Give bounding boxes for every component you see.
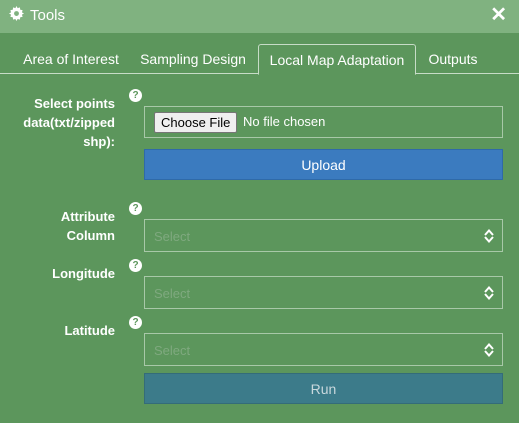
tab-local-map-adaptation[interactable]: Local Map Adaptation (258, 44, 416, 75)
tab-outputs[interactable]: Outputs (421, 44, 485, 73)
longitude-label: Longitude (52, 266, 115, 281)
sort-caret-icon (484, 286, 494, 300)
points-help-icon[interactable]: ? (129, 89, 142, 102)
latitude-placeholder: Select (154, 343, 191, 358)
longitude-placeholder: Select (154, 286, 191, 301)
longitude-help-icon[interactable]: ? (129, 259, 142, 272)
sort-caret-icon (484, 343, 494, 357)
latitude-select[interactable]: Select (144, 333, 503, 366)
attribute-select[interactable]: Select (144, 219, 503, 252)
run-button[interactable]: Run (144, 373, 503, 404)
sort-caret-icon (484, 229, 494, 243)
upload-button[interactable]: Upload (144, 149, 503, 180)
tab-bar: Area of Interest Sampling Design Local M… (0, 44, 519, 75)
tools-panel: Tools ✕ Area of Interest Sampling Design… (0, 0, 519, 423)
latitude-label: Latitude (64, 323, 115, 338)
tab-sampling-design[interactable]: Sampling Design (134, 44, 252, 73)
file-input: Choose File No file chosen (144, 106, 503, 138)
window-title: Tools (30, 7, 66, 24)
points-label: Select points data(txt/zipped shp): (23, 96, 115, 149)
close-icon[interactable]: ✕ (490, 5, 507, 25)
file-status: No file chosen (243, 114, 326, 129)
attribute-placeholder: Select (154, 229, 191, 244)
longitude-select[interactable]: Select (144, 276, 503, 309)
title-bar: Tools ✕ (0, 0, 519, 33)
gear-icon (9, 6, 24, 21)
choose-file-button[interactable]: Choose File (154, 112, 238, 133)
attribute-label: Attribute Column (60, 209, 115, 243)
latitude-help-icon[interactable]: ? (129, 316, 142, 329)
tab-area-of-interest[interactable]: Area of Interest (17, 44, 125, 73)
attribute-help-icon[interactable]: ? (129, 202, 142, 215)
